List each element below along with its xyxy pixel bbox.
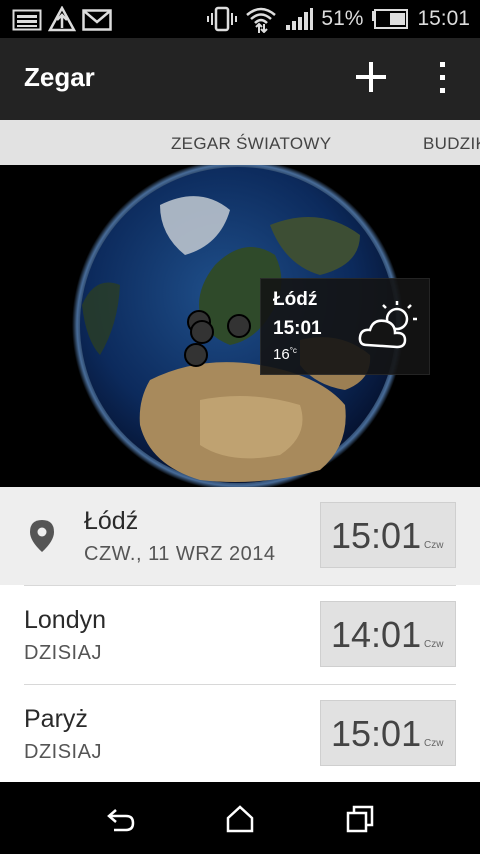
system-icons: 51% 15:01	[207, 5, 470, 33]
back-icon[interactable]	[106, 804, 136, 834]
city-name: Łódź	[84, 507, 139, 535]
city-time-box: 15:01 Czw	[320, 700, 456, 766]
popup-temp-value: 16	[273, 346, 290, 363]
wifi-icon	[246, 7, 277, 33]
city-day: Czw	[424, 639, 444, 650]
tab-world-clock[interactable]: ZEGAR ŚWIATOWY	[171, 134, 331, 154]
city-date: DZISIAJ	[24, 741, 102, 763]
home-icon[interactable]	[225, 804, 255, 834]
status-clock: 15:01	[417, 7, 470, 30]
popup-temperature: 16°c	[273, 346, 297, 363]
globe-view[interactable]: Łódź 15:01 16°c	[0, 165, 480, 487]
battery-icon	[372, 9, 409, 29]
tab-bar: ZEGAR ŚWIATOWY BUDZIK	[0, 120, 480, 165]
signal-icon	[286, 8, 314, 30]
tab-alarm[interactable]: BUDZIK	[423, 134, 480, 154]
city-date: DZISIAJ	[24, 642, 102, 664]
city-name: Londyn	[24, 606, 107, 634]
notification-icons	[12, 6, 112, 34]
map-marker-lodz	[227, 314, 251, 338]
app-bar: Zegar	[0, 38, 480, 120]
status-bar: 51% 15:01	[0, 0, 480, 38]
popup-city: Łódź	[273, 289, 318, 310]
location-pin-icon	[30, 520, 54, 552]
city-list: Łódź CZW., 11 WRZ 2014 15:01 Czw Londyn …	[0, 487, 480, 782]
overflow-menu-icon[interactable]	[428, 58, 458, 98]
map-marker-london-shadow	[190, 320, 214, 344]
recent-apps-icon[interactable]	[345, 804, 375, 834]
city-day: Czw	[424, 540, 444, 551]
city-day: Czw	[424, 738, 444, 749]
gmail-icon	[82, 9, 112, 31]
list-item[interactable]: Łódź CZW., 11 WRZ 2014 15:01 Czw	[0, 487, 480, 585]
city-name: Paryż	[24, 705, 88, 733]
city-weather-popup[interactable]: Łódź 15:01 16°c	[260, 278, 430, 375]
list-item[interactable]: Londyn DZISIAJ 14:01 Czw	[0, 586, 480, 684]
battery-percent: 51%	[321, 7, 364, 30]
plus-icon[interactable]	[352, 58, 390, 96]
navigation-bar	[0, 782, 480, 854]
airplane-upload-icon	[48, 6, 76, 32]
city-time: 15:01	[331, 515, 422, 556]
popup-time: 15:01	[273, 318, 322, 339]
partly-cloudy-icon	[358, 301, 417, 349]
popup-temp-unit: °c	[289, 346, 297, 355]
city-time-box: 15:01 Czw	[320, 502, 456, 568]
vibrate-icon	[207, 6, 238, 32]
city-time: 14:01	[331, 614, 422, 655]
map-marker-paryz	[184, 343, 208, 367]
city-time-box: 14:01 Czw	[320, 601, 456, 667]
city-date: CZW., 11 WRZ 2014	[84, 543, 276, 565]
image-icon	[12, 9, 42, 31]
city-time: 15:01	[331, 713, 422, 754]
app-title: Zegar	[24, 62, 95, 92]
list-item[interactable]: Paryż DZISIAJ 15:01 Czw	[0, 685, 480, 783]
